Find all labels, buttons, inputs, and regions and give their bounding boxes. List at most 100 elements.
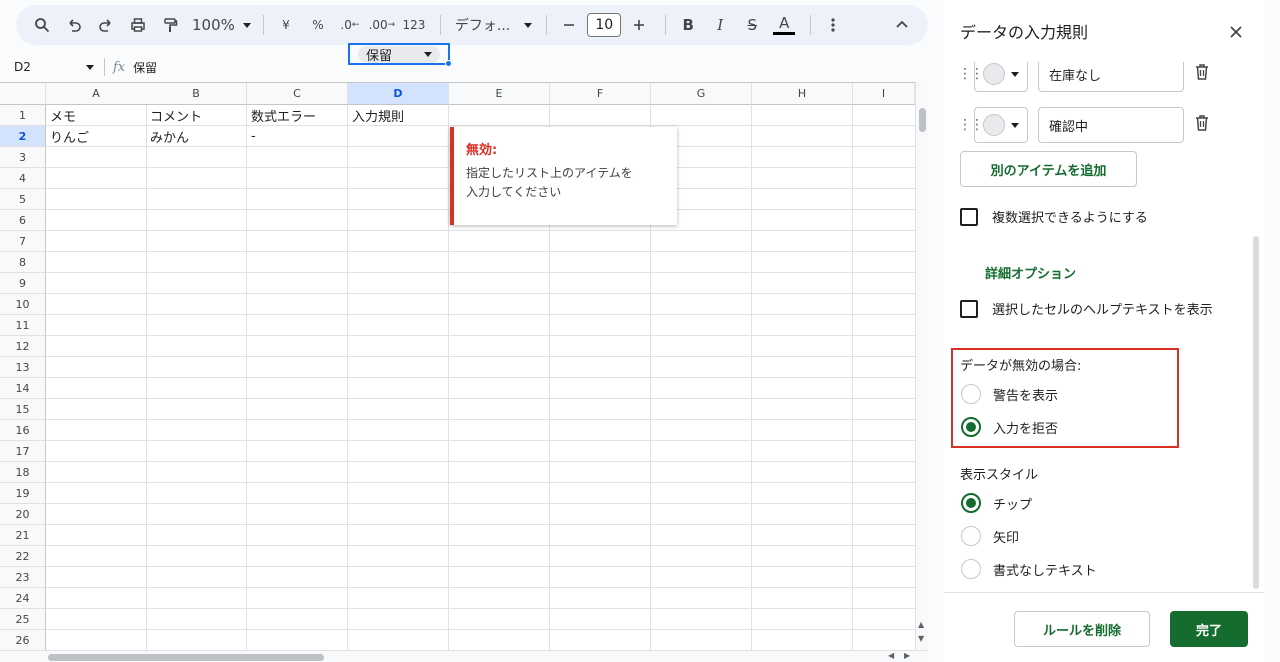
font-size-input[interactable]: 10 — [587, 13, 622, 37]
row-header[interactable]: 12 — [0, 336, 46, 357]
row-header[interactable]: 11 — [0, 315, 46, 336]
dropdown-chip[interactable]: 保留 — [358, 46, 440, 64]
column-header[interactable]: G — [651, 83, 752, 105]
cell[interactable]: メモ — [46, 105, 147, 125]
radio-button[interactable] — [961, 493, 981, 513]
font-size-increase-button[interactable] — [625, 11, 653, 39]
more-formats-button[interactable]: 123 — [400, 11, 428, 39]
more-vert-icon[interactable] — [819, 11, 847, 39]
checkbox[interactable] — [960, 299, 978, 318]
print-icon[interactable] — [124, 11, 152, 39]
done-button[interactable]: 完了 — [1170, 611, 1248, 647]
row-header[interactable]: 10 — [0, 294, 46, 315]
row-header[interactable]: 21 — [0, 525, 46, 546]
zoom-select[interactable]: 100% — [188, 16, 255, 34]
radio-option-reject[interactable]: 入力を拒否 — [961, 417, 1058, 437]
row-header[interactable]: 15 — [0, 399, 46, 420]
row-header[interactable]: 20 — [0, 504, 46, 525]
scroll-thumb[interactable] — [48, 654, 324, 661]
formula-input[interactable]: 保留 — [133, 59, 157, 76]
checkbox[interactable] — [960, 207, 978, 226]
item-input[interactable]: 確認中 — [1038, 107, 1184, 143]
trash-icon[interactable] — [1194, 63, 1210, 86]
cell[interactable]: みかん — [146, 126, 247, 146]
column-header[interactable]: C — [247, 83, 348, 105]
help-text-option[interactable]: 選択したセルのヘルプテキストを表示 — [960, 299, 1213, 318]
radio-button[interactable] — [961, 417, 981, 437]
column-header[interactable]: F — [550, 83, 651, 105]
row-header[interactable]: 1 — [0, 105, 46, 126]
collapse-toolbar-icon[interactable] — [896, 16, 908, 32]
cell[interactable]: 数式エラー — [247, 105, 348, 125]
row-header[interactable]: 2 — [0, 126, 46, 147]
advanced-options-toggle[interactable]: 詳細オプション — [985, 263, 1076, 282]
bold-button[interactable]: B — [674, 11, 702, 39]
horizontal-scrollbar[interactable]: ◀ ▶ — [0, 650, 928, 662]
color-picker[interactable] — [974, 62, 1028, 92]
paint-format-icon[interactable] — [156, 11, 184, 39]
row-header[interactable]: 18 — [0, 462, 46, 483]
row-header[interactable]: 3 — [0, 147, 46, 168]
row-header[interactable]: 5 — [0, 189, 46, 210]
row-header[interactable]: 9 — [0, 273, 46, 294]
redo-icon[interactable] — [92, 11, 120, 39]
cell[interactable]: コメント — [146, 105, 247, 125]
radio-button[interactable] — [961, 559, 981, 579]
decrease-decimal-button[interactable]: .0 ← — [336, 11, 364, 39]
text-color-button[interactable]: A — [770, 11, 798, 39]
column-header[interactable]: A — [46, 83, 147, 105]
scroll-up-icon[interactable]: ▲ — [918, 620, 924, 629]
row-header[interactable]: 24 — [0, 588, 46, 609]
item-input[interactable]: 在庫なし — [1038, 62, 1184, 92]
row-header[interactable]: 8 — [0, 252, 46, 273]
row-header[interactable]: 26 — [0, 630, 46, 650]
drag-handle-icon[interactable]: ⋮⋮ — [958, 67, 984, 81]
radio-option-arrow[interactable]: 矢印 — [961, 526, 1019, 546]
drag-handle-icon[interactable]: ⋮⋮ — [958, 118, 984, 132]
cell[interactable]: りんご — [46, 126, 147, 146]
increase-decimal-button[interactable]: .00 → — [368, 11, 396, 39]
multi-select-option[interactable]: 複数選択できるようにする — [960, 207, 1148, 226]
row-header[interactable]: 17 — [0, 441, 46, 462]
column-header[interactable]: B — [146, 83, 247, 105]
color-picker[interactable] — [974, 107, 1028, 143]
add-item-button[interactable]: 別のアイテムを追加 — [960, 151, 1137, 187]
radio-option-warning[interactable]: 警告を表示 — [961, 384, 1058, 404]
row-header[interactable]: 6 — [0, 210, 46, 231]
trash-icon[interactable] — [1194, 114, 1210, 137]
search-icon[interactable] — [28, 11, 56, 39]
close-icon[interactable] — [1230, 19, 1242, 43]
cell[interactable]: 入力規則 — [348, 105, 449, 125]
row-header[interactable]: 4 — [0, 168, 46, 189]
strikethrough-button[interactable]: S — [738, 11, 766, 39]
delete-rule-button[interactable]: ルールを削除 — [1014, 611, 1150, 647]
scroll-down-icon[interactable]: ▼ — [918, 634, 924, 643]
column-header[interactable]: D — [348, 83, 449, 105]
select-all-corner[interactable] — [0, 83, 46, 105]
name-box[interactable]: D2 — [0, 60, 100, 74]
cell[interactable]: - — [247, 126, 348, 146]
vertical-scrollbar[interactable]: ▲ ▼ — [915, 82, 928, 650]
font-size-decrease-button[interactable] — [555, 11, 583, 39]
radio-button[interactable] — [961, 384, 981, 404]
row-header[interactable]: 19 — [0, 483, 46, 504]
column-header[interactable]: H — [752, 83, 853, 105]
undo-icon[interactable] — [60, 11, 88, 39]
scroll-thumb[interactable] — [919, 108, 926, 132]
row-header[interactable]: 16 — [0, 420, 46, 441]
row-header[interactable]: 22 — [0, 546, 46, 567]
panel-scrollbar[interactable] — [1253, 236, 1259, 589]
italic-button[interactable]: I — [706, 11, 734, 39]
font-select[interactable]: デフォ... — [449, 15, 538, 35]
fill-handle[interactable] — [445, 60, 452, 67]
percent-button[interactable]: % — [304, 11, 332, 39]
radio-option-chip[interactable]: チップ — [961, 493, 1032, 513]
scroll-right-icon[interactable]: ▶ — [904, 651, 910, 660]
row-header[interactable]: 13 — [0, 357, 46, 378]
radio-button[interactable] — [961, 526, 981, 546]
column-header[interactable]: E — [449, 83, 550, 105]
row-header[interactable]: 14 — [0, 378, 46, 399]
currency-button[interactable]: ¥ — [272, 11, 300, 39]
scroll-left-icon[interactable]: ◀ — [888, 651, 894, 660]
row-header[interactable]: 25 — [0, 609, 46, 630]
